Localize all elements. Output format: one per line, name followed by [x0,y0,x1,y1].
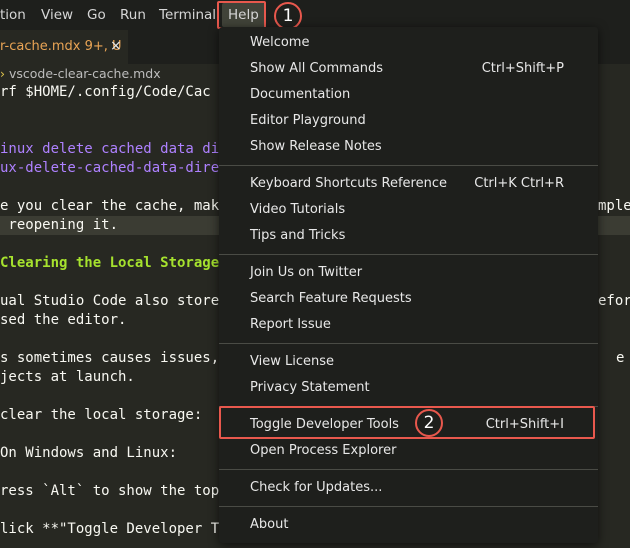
menu-item-process-explorer[interactable]: Open Process Explorer [219,439,598,463]
menu-item-about[interactable]: About [219,513,598,537]
code-line-overflow: efore [598,293,630,309]
code-line: On Windows and Linux: [0,445,178,461]
menu-item-label: Search Feature Requests [250,291,412,306]
code-line: s sometimes causes issues, [0,350,220,366]
menu-item-label: Join Us on Twitter [250,265,363,280]
menu-item-documentation[interactable]: Documentation [219,83,598,107]
markdown-file-icon: › [0,66,5,81]
menu-item-tips-tricks[interactable]: Tips and Tricks [219,224,598,248]
code-line: inux delete cached data di [0,141,220,157]
menu-go[interactable]: Go [87,7,106,23]
help-highlight-box [217,1,266,29]
menu-item-label: Open Process Explorer [250,443,397,458]
menu-item-label: View License [250,354,334,369]
menu-item-welcome[interactable]: Welcome [219,31,598,55]
menu-view[interactable]: View [41,7,73,23]
tab-label: r-cache.mdx 9+, U [0,39,122,54]
code-line-overflow: e [616,350,625,366]
editor-tab[interactable]: r-cache.mdx 9+, U × [0,30,128,64]
code-line: ux-delete-cached-data-dire [0,160,220,176]
code-line: clear the local storage: [0,407,203,423]
code-line-overflow: mplet [598,198,630,214]
menu-item-keyboard-shortcuts[interactable]: Keyboard Shortcuts Reference Ctrl+K Ctrl… [219,172,598,196]
code-line: ual Studio Code also store [0,293,220,309]
menu-item-release-notes[interactable]: Show Release Notes [219,135,598,159]
help-menu-dropdown: Welcome Show All Commands Ctrl+Shift+P D… [219,27,598,543]
menu-item-feature-requests[interactable]: Search Feature Requests [219,287,598,311]
menu-item-shortcut: Ctrl+Shift+P [481,61,564,76]
menu-selection[interactable]: tion [0,7,26,23]
code-line: jects at launch. [0,369,135,385]
menu-item-label: Video Tutorials [250,202,346,217]
menu-item-report-issue[interactable]: Report Issue [219,313,598,337]
menu-run[interactable]: Run [120,7,146,23]
menu-item-privacy[interactable]: Privacy Statement [219,376,598,400]
menu-item-label: Keyboard Shortcuts Reference [250,176,447,191]
menu-item-label: About [250,517,289,532]
menu-separator [219,254,598,255]
menu-item-label: Documentation [250,87,351,102]
code-line-heading: Clearing the Local Storage [0,255,220,271]
menu-item-video-tutorials[interactable]: Video Tutorials [219,198,598,222]
menu-item-label: Tips and Tricks [250,228,346,243]
menu-item-label: Show All Commands [250,61,384,76]
menu-separator [219,506,598,507]
close-icon[interactable]: × [110,38,122,54]
code-line: sed the editor. [0,312,127,328]
menu-item-twitter[interactable]: Join Us on Twitter [219,261,598,285]
menu-item-editor-playground[interactable]: Editor Playground [219,109,598,133]
toggle-dev-tools-highlight-box [219,406,595,439]
breadcrumb-file: vscode-clear-cache.mdx [9,66,161,81]
menu-item-check-updates[interactable]: Check for Updates... [219,476,598,500]
annotation-badge-1: 1 [274,2,302,30]
menu-separator [219,469,598,470]
code-line: rf $HOME/.config/Code/Cac [0,84,211,100]
menu-item-show-all-commands[interactable]: Show All Commands Ctrl+Shift+P [219,57,598,81]
menu-item-label: Check for Updates... [250,480,383,495]
menu-terminal[interactable]: Terminal [159,7,216,23]
menu-item-label: Report Issue [250,317,331,332]
code-line: e you clear the cache, mak [0,198,220,214]
menu-separator [219,165,598,166]
menu-item-shortcut: Ctrl+K Ctrl+R [474,176,564,191]
annotation-badge-2: 2 [415,409,443,437]
menu-item-view-license[interactable]: View License [219,350,598,374]
menu-bar: tion View Go Run Terminal Help [0,0,630,30]
menu-item-label: Show Release Notes [250,139,382,154]
code-line: ress `Alt` to show the top [0,483,220,499]
code-line: lick **"Toggle Developer T [0,521,220,537]
menu-separator [219,343,598,344]
menu-item-label: Privacy Statement [250,380,370,395]
menu-item-label: Welcome [250,35,310,50]
menu-item-label: Editor Playground [250,113,366,128]
